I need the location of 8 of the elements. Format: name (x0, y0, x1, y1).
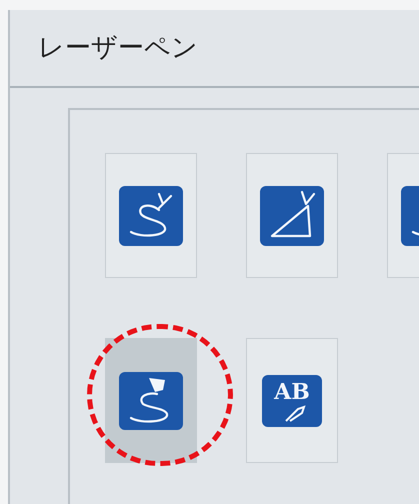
spotlight-curve-icon (119, 372, 183, 430)
text-pen-icon: AB (262, 374, 322, 426)
tool-button[interactable] (246, 153, 338, 278)
tool-button[interactable]: AB (246, 338, 338, 463)
pen-curve-icon (119, 186, 183, 246)
tool-button[interactable] (105, 153, 197, 278)
tool-button[interactable] (105, 338, 197, 463)
window-title: レーザーペン (38, 32, 198, 64)
